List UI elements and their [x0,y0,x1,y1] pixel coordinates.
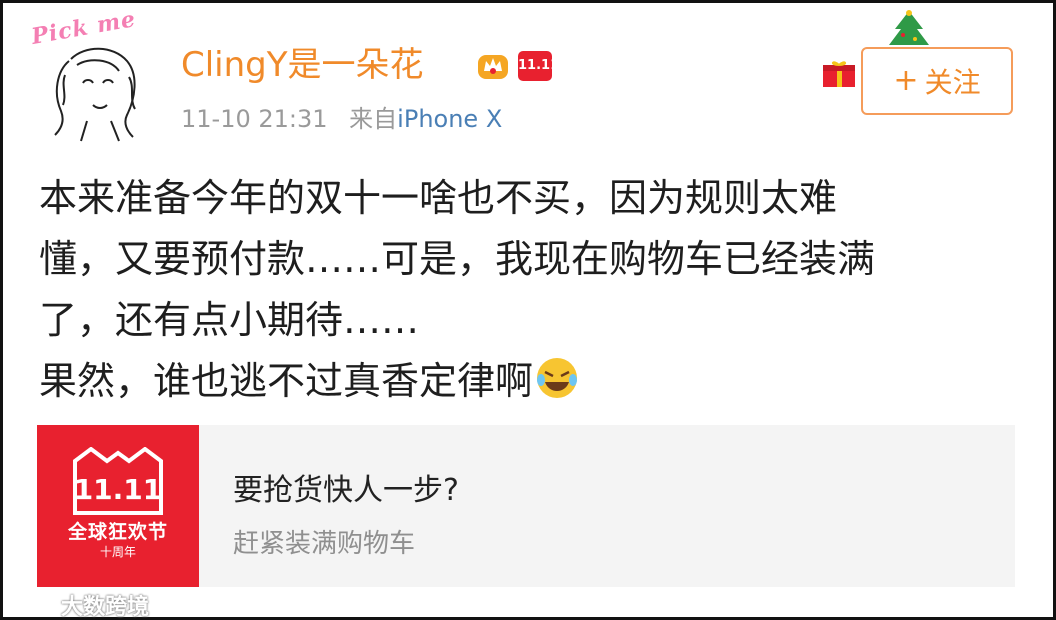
follow-button[interactable]: + 关注 [861,47,1013,115]
username[interactable]: ClingY是一朵花 [181,43,424,87]
post-line-last: 果然，谁也逃不过真香定律啊 [39,351,1019,412]
gift-box-icon [823,61,855,87]
promo-card[interactable]: 11.11 全球狂欢节 十周年 要抢货快人一步? 赶紧装满购物车 [37,425,1015,587]
follow-button-label: 关注 [924,66,981,99]
source-prefix: 来自 [349,105,398,133]
watermark-logo-icon [14,595,52,615]
crown-badge-icon[interactable] [476,49,510,81]
avatar[interactable]: Pick me [30,6,153,143]
promo-card-thumbnail: 11.11 全球狂欢节 十周年 [37,425,199,587]
promo-thumb-title: 全球狂欢节 [67,521,168,543]
laugh-cry-emoji-icon [537,358,578,398]
promo-card-subtitle: 赶紧装满购物车 [233,529,416,559]
promo-thumb-subtitle: 十周年 [99,545,136,559]
post-line: 本来准备今年的双十一啥也不买，因为规则太难 [39,176,838,220]
plus-icon: + [893,63,919,98]
post-line: 果然，谁也逃不过真香定律啊 [39,359,534,403]
watermark: 大数跨境 [13,589,149,620]
promo-card-title: 要抢货快人一步? [233,473,459,508]
post-line: 懂，又要预付款……可是，我现在购物车已经装满 [39,237,876,281]
post-time: 11-10 21:31 [181,105,328,133]
post-meta: 11-10 21:31 来自iPhone X [181,103,502,135]
post-line: 了，还有点小期待…… [39,298,420,342]
double-eleven-badge-icon[interactable]: 11.11 [518,51,559,81]
christmas-tree-icon [889,10,929,45]
source-device-link[interactable]: iPhone X [397,105,502,133]
post-body: 本来准备今年的双十一啥也不买，因为规则太难 懂，又要预付款……可是，我现在购物车… [39,168,1019,412]
tmall-1111-logo-icon: 11.11 [73,447,163,515]
watermark-text: 大数跨境 [61,595,150,620]
weibo-post-frame: Pick me ClingY是一朵花 11.11 11-10 21:31 来自i… [0,0,1056,620]
tmall-logo-text: 11.11 [74,473,163,506]
